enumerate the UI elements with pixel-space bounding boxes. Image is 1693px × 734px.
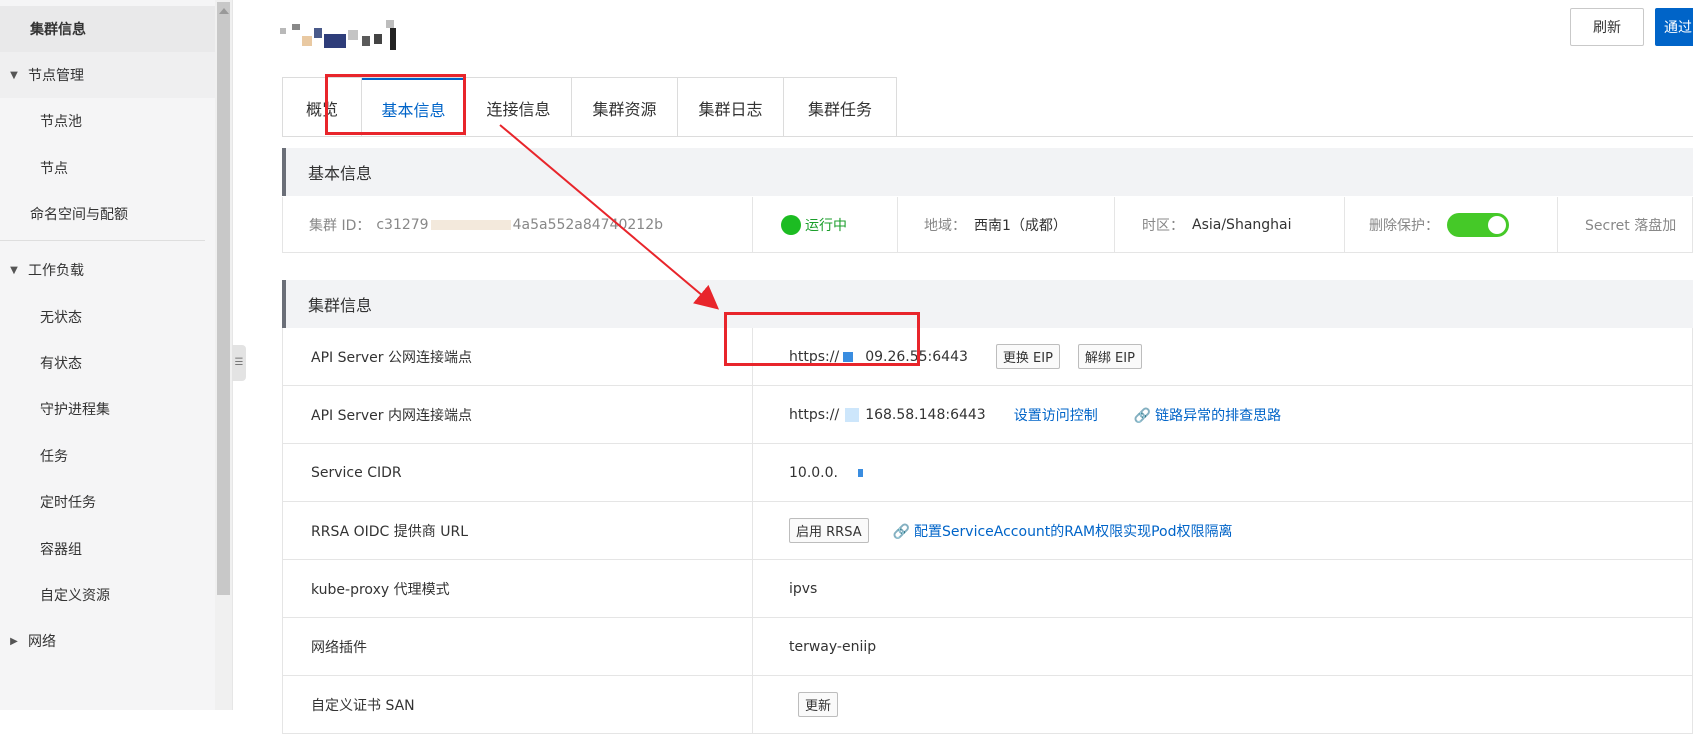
annotation-arrow [499, 124, 720, 310]
